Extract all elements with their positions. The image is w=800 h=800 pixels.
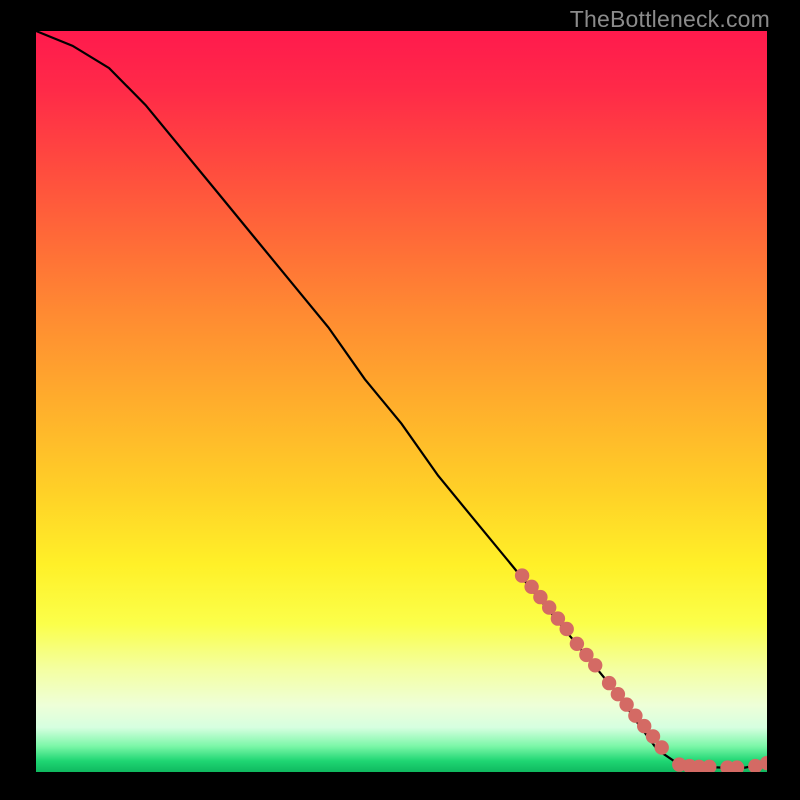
- watermark-text: TheBottleneck.com: [570, 6, 770, 33]
- plot-area: [36, 31, 767, 772]
- chart-stage: TheBottleneck.com: [0, 0, 800, 800]
